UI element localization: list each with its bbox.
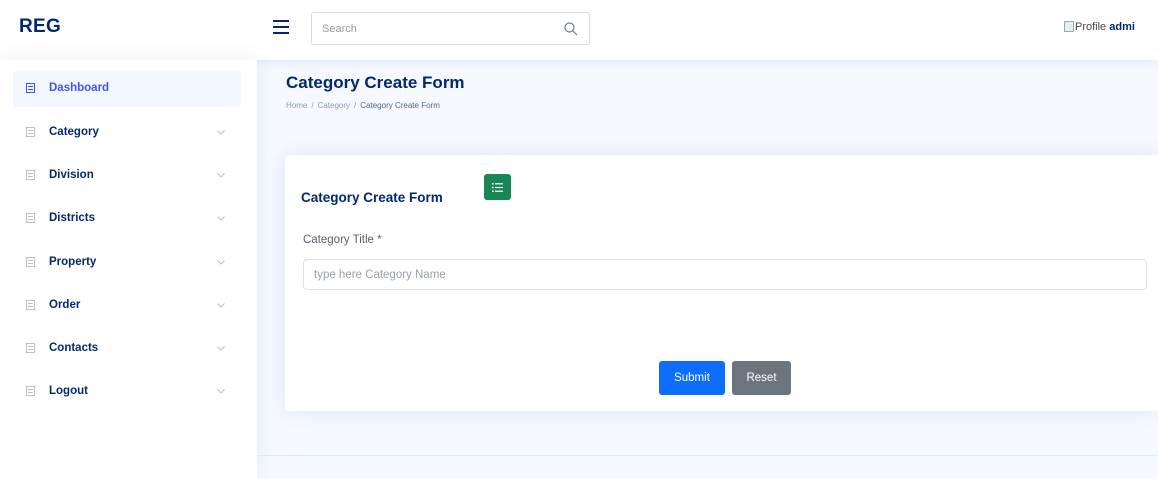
list-icon: [26, 343, 35, 353]
list-icon: [26, 257, 35, 267]
sidebar-item-order[interactable]: Order: [13, 288, 241, 324]
sidebar-item-label: Category: [49, 126, 99, 138]
chevron-down-icon: [217, 303, 225, 308]
search-bar: [311, 12, 590, 45]
header: REG Profile admi: [0, 0, 1158, 60]
sidebar-item-districts[interactable]: Districts: [13, 201, 241, 237]
card-title: Category Create Form: [301, 190, 443, 205]
chevron-down-icon: [217, 260, 225, 265]
sidebar-item-contacts[interactable]: Contacts: [13, 331, 241, 367]
submit-button[interactable]: Submit: [659, 361, 725, 395]
reset-button[interactable]: Reset: [732, 361, 791, 395]
sidebar-item-label: Logout: [49, 385, 88, 397]
list-icon: [26, 127, 35, 137]
chevron-down-icon: [217, 346, 225, 351]
footer-divider: [257, 455, 1158, 456]
sidebar-item-label: Division: [49, 169, 94, 181]
sidebar-item-label: Dashboard: [49, 82, 110, 94]
list-icon: [26, 213, 35, 223]
sidebar-item-label: Districts: [49, 212, 96, 224]
list-icon: [26, 83, 35, 93]
page-title: Category Create Form: [286, 73, 465, 92]
breadcrumb: Home / Category / Category Create Form: [286, 101, 440, 110]
list-button[interactable]: [484, 174, 511, 200]
profile-alt-text: Profile: [1075, 21, 1107, 33]
sidebar: Dashboard Category Division Districts Pr…: [0, 60, 257, 479]
category-title-input[interactable]: [303, 259, 1147, 290]
sidebar-item-logout[interactable]: Logout: [13, 374, 241, 410]
breadcrumb-home[interactable]: Home: [286, 101, 307, 110]
list-icon: [26, 300, 35, 310]
sidebar-item-dashboard[interactable]: Dashboard: [13, 71, 241, 107]
breadcrumb-category[interactable]: Category: [318, 101, 350, 110]
profile-menu[interactable]: Profile admi: [1064, 21, 1135, 33]
category-title-label: Category Title *: [303, 234, 382, 246]
chevron-down-icon: [217, 216, 225, 221]
breadcrumb-separator: /: [311, 101, 314, 110]
breadcrumb-current: Category Create Form: [360, 101, 440, 110]
sidebar-item-property[interactable]: Property: [13, 245, 241, 281]
search-icon[interactable]: [563, 21, 579, 37]
list-icon: [26, 386, 35, 396]
profile-image: [1064, 21, 1074, 32]
sidebar-item-division[interactable]: Division: [13, 158, 241, 194]
sidebar-item-category[interactable]: Category: [13, 115, 241, 151]
sidebar-item-label: Property: [49, 256, 97, 268]
search-input[interactable]: [322, 22, 552, 36]
chevron-down-icon: [217, 130, 225, 135]
sidebar-item-label: Contacts: [49, 342, 99, 354]
chevron-down-icon: [217, 173, 225, 178]
list-icon: [492, 183, 503, 192]
form-card: Category Create Form Category Title * Su…: [285, 155, 1158, 411]
hamburger-icon[interactable]: [273, 20, 289, 36]
profile-name: admi: [1109, 21, 1135, 33]
list-icon: [26, 170, 35, 180]
sidebar-item-label: Order: [49, 299, 81, 311]
chevron-down-icon: [217, 389, 225, 394]
breadcrumb-separator: /: [354, 101, 357, 110]
logo[interactable]: REG: [19, 16, 61, 38]
